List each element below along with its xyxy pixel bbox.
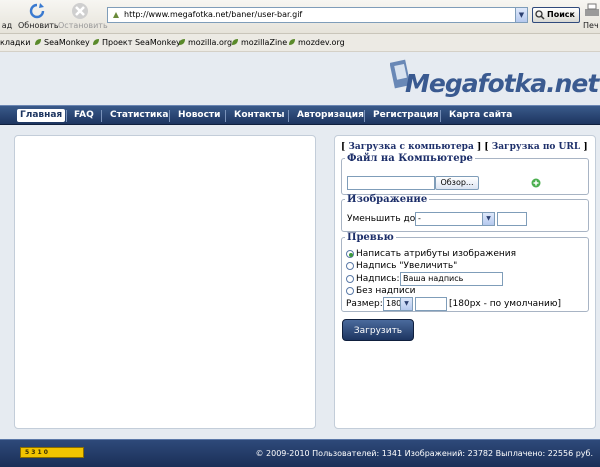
bookmark-item[interactable]: mozillaZine xyxy=(231,38,287,47)
nav-divider xyxy=(364,110,365,122)
nav-item-contacts[interactable]: Контакты xyxy=(234,106,285,125)
chevron-down-icon[interactable]: ▼ xyxy=(400,298,412,310)
size-label: Размер: xyxy=(346,299,383,309)
search-label: Поиск xyxy=(547,10,575,19)
page-footer: 5 3 1 0 © 2009-2010 Пользователей: 1341 … xyxy=(0,439,600,467)
print-label: Печ xyxy=(583,21,599,30)
chevron-down-icon[interactable]: ▼ xyxy=(482,213,494,225)
nav-divider xyxy=(225,110,226,122)
nav-item-faq[interactable]: FAQ xyxy=(74,106,94,125)
upload-button[interactable]: Загрузить xyxy=(342,319,414,341)
size-select[interactable]: 180 ▼ xyxy=(383,297,413,311)
search-icon xyxy=(535,10,545,20)
browse-button[interactable]: Обзор... xyxy=(435,176,479,190)
nav-item-news[interactable]: Новости xyxy=(178,106,220,125)
bookmark-item[interactable]: кладки xyxy=(0,38,30,47)
bookmark-item[interactable]: mozdev.org xyxy=(288,38,345,47)
file-path-input[interactable] xyxy=(347,176,435,190)
main-nav: Главная FAQ Статистика Новости Контакты … xyxy=(0,105,600,125)
seamonkey-icon xyxy=(35,39,41,45)
print-button[interactable]: Печ xyxy=(583,0,600,30)
page-favicon-icon xyxy=(113,12,119,18)
size-custom-input[interactable] xyxy=(415,297,447,311)
seamonkey-icon xyxy=(232,39,238,45)
search-button[interactable]: Поиск xyxy=(532,7,580,23)
upload-panel: [ Загрузка с компьютера ] [ Загрузка по … xyxy=(334,135,596,429)
add-file-icon[interactable] xyxy=(531,178,541,188)
nav-divider xyxy=(66,110,67,122)
radio-attributes[interactable] xyxy=(346,250,354,258)
tab-upload-computer[interactable]: Загрузка с компьютера xyxy=(348,142,473,152)
nav-item-login[interactable]: Авторизация xyxy=(297,106,364,125)
nav-divider xyxy=(440,110,441,122)
nav-divider xyxy=(101,110,102,122)
stop-button[interactable]: Остановить xyxy=(58,0,108,30)
bookmarks-bar: кладки SeaMonkey Проект SeaMonkey mozill… xyxy=(0,34,600,52)
reload-label: Обновить xyxy=(18,21,59,30)
bookmark-item[interactable]: SeaMonkey xyxy=(34,38,90,47)
nav-item-register[interactable]: Регистрация xyxy=(373,106,439,125)
nav-divider xyxy=(169,110,170,122)
reduce-select[interactable]: - ▼ xyxy=(415,212,495,226)
bookmark-item[interactable]: Проект SeaMonkey xyxy=(92,38,181,47)
reduce-custom-input[interactable] xyxy=(497,212,527,226)
nav-item-home[interactable]: Главная xyxy=(17,109,66,122)
url-dropdown-button[interactable]: ▼ xyxy=(515,8,527,22)
reload-button[interactable]: Обновить xyxy=(18,0,59,30)
footer-stats: © 2009-2010 Пользователей: 1341 Изображе… xyxy=(255,449,593,458)
caption-label: Надпись: xyxy=(356,274,400,284)
printer-icon xyxy=(585,3,599,16)
image-legend: Изображение xyxy=(347,194,428,205)
tab-upload-url[interactable]: Загрузка по URL xyxy=(492,142,580,152)
size-hint: [180px - по умолчанию] xyxy=(449,299,561,309)
preview-panel xyxy=(14,135,316,429)
back-label: ад xyxy=(1,21,13,30)
bookmark-item[interactable]: mozilla.org xyxy=(178,38,232,47)
radio-enlarge[interactable] xyxy=(346,262,354,270)
nav-divider xyxy=(288,110,289,122)
caption-input[interactable]: Ваша надпись xyxy=(400,272,503,286)
stop-label: Остановить xyxy=(58,21,108,30)
radio-none[interactable] xyxy=(346,287,354,295)
seamonkey-icon xyxy=(179,39,185,45)
seamonkey-icon xyxy=(289,39,295,45)
radio-caption[interactable] xyxy=(346,275,354,283)
browser-toolbar: ад Обновить Остановить http://www.megafo… xyxy=(0,0,600,34)
upload-tabs: [ Загрузка с компьютера ] [ Загрузка по … xyxy=(341,142,588,152)
url-text: http://www.megafotka.net/baner/user-bar.… xyxy=(124,10,303,19)
visitor-counter-badge[interactable]: 5 3 1 0 xyxy=(20,447,84,458)
reload-icon xyxy=(29,3,45,19)
seamonkey-icon xyxy=(93,39,99,45)
url-bar[interactable]: http://www.megafotka.net/baner/user-bar.… xyxy=(107,7,528,23)
back-arrow-icon xyxy=(2,2,12,20)
file-legend: Файл на Компьютере xyxy=(347,153,473,164)
preview-legend: Превью xyxy=(347,232,394,243)
none-label: Без надписи xyxy=(356,286,416,296)
site-logo[interactable]: Megafotka.net xyxy=(405,69,599,98)
attributes-label: Написать атрибуты изображения xyxy=(356,249,517,259)
reduce-label: Уменьшить до: xyxy=(347,214,419,224)
nav-item-stats[interactable]: Статистика xyxy=(110,106,168,125)
stop-icon xyxy=(72,3,88,19)
web-page: Megafotka.net Главная FAQ Статистика Нов… xyxy=(0,52,600,467)
nav-item-sitemap[interactable]: Карта сайта xyxy=(449,106,512,125)
back-button[interactable]: ад xyxy=(0,0,14,30)
enlarge-label: Надпись "Увеличить" xyxy=(356,261,458,271)
